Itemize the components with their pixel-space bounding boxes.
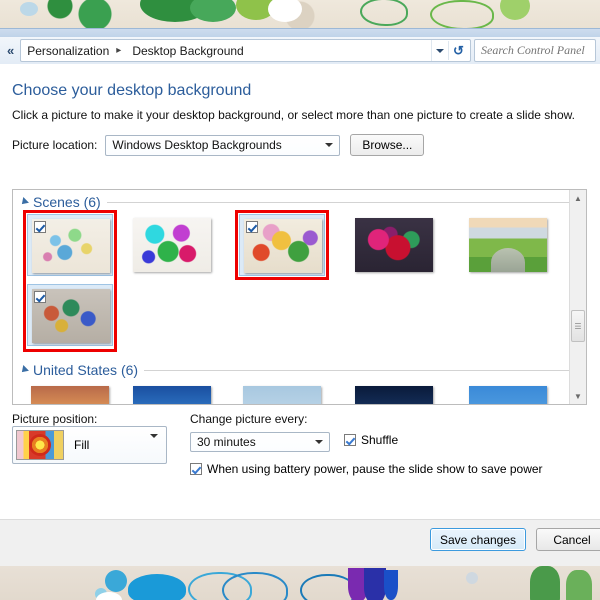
chevron-down-icon <box>325 136 334 155</box>
scrollbar-thumb[interactable]: ☰ <box>571 310 585 342</box>
desktop-wallpaper-top <box>0 0 600 28</box>
battery-pause-checkbox-row[interactable]: When using battery power, pause the slid… <box>190 462 543 476</box>
picture-position-preview-image <box>16 430 64 460</box>
wallpaper-dot-shape <box>466 572 478 584</box>
thumbnail-grid-united-states <box>13 380 586 404</box>
save-changes-button[interactable]: Save changes <box>430 528 526 551</box>
wallpaper-leaf-shape <box>190 0 236 22</box>
picture-location-value: Windows Desktop Backgrounds <box>112 138 282 152</box>
back-chevron-icon[interactable]: « <box>0 44 20 57</box>
background-list-panel[interactable]: Scenes (6) United States (6) ▲ ☰ ▼ <box>12 189 587 405</box>
battery-pause-checkbox[interactable] <box>190 463 202 475</box>
thumbnail-image <box>355 386 433 404</box>
breadcrumb-current[interactable]: Desktop Background <box>126 44 245 58</box>
chevron-down-icon <box>315 433 323 451</box>
shuffle-checkbox[interactable] <box>344 434 356 446</box>
picture-location-select[interactable]: Windows Desktop Backgrounds <box>105 134 341 156</box>
thumbnail-image <box>133 218 211 272</box>
thumbnail-item[interactable] <box>129 214 215 276</box>
breadcrumb[interactable]: Personalization ▸ Desktop Background ↺ <box>20 39 471 62</box>
change-picture-every-value: 30 minutes <box>197 435 256 449</box>
thumbnail-image <box>31 386 109 404</box>
thumbnail-item[interactable] <box>129 382 215 404</box>
thumbnail-checkbox[interactable] <box>246 221 258 233</box>
address-bar: « Personalization ▸ Desktop Background ↺ <box>0 37 600 65</box>
wallpaper-leaf-shape <box>500 0 530 20</box>
thumbnail-item[interactable] <box>27 382 113 404</box>
group-divider <box>144 369 578 371</box>
thumbnail-image <box>355 218 433 272</box>
group-label-scenes: Scenes (6) <box>33 194 101 210</box>
wallpaper-dot-shape <box>268 0 302 22</box>
vertical-scrollbar[interactable]: ▲ ☰ ▼ <box>569 190 586 404</box>
picture-position-value: Fill <box>74 438 90 452</box>
desktop-wallpaper-bottom <box>0 566 600 600</box>
triangle-expanded-icon[interactable] <box>19 197 29 207</box>
scroll-thumb-grip-icon: ☰ <box>574 321 582 331</box>
thumbnail-item[interactable] <box>239 382 325 404</box>
thumbnail-image <box>133 386 211 404</box>
shuffle-checkbox-row[interactable]: Shuffle <box>344 433 398 447</box>
breadcrumb-separator-icon: ▸ <box>116 45 122 56</box>
wallpaper-leaf-shape <box>566 570 592 600</box>
thumbnail-image <box>469 218 547 272</box>
scroll-down-arrow-icon[interactable]: ▼ <box>570 388 586 404</box>
cancel-button[interactable]: Cancel <box>536 528 600 551</box>
picture-position-label: Picture position: <box>12 412 98 426</box>
picture-location-label: Picture location: <box>12 138 98 152</box>
change-picture-every-label: Change picture every: <box>190 412 308 426</box>
thumbnail-item[interactable] <box>465 214 551 276</box>
chevron-down-icon <box>150 434 158 452</box>
chevron-down-icon[interactable] <box>431 40 448 61</box>
search-box[interactable] <box>474 39 596 62</box>
group-header-united-states[interactable]: United States (6) <box>13 358 586 380</box>
group-header-scenes[interactable]: Scenes (6) <box>13 190 586 212</box>
page-title: Choose your desktop background <box>12 82 252 99</box>
wallpaper-swirl-shape <box>222 572 288 600</box>
thumbnail-item[interactable] <box>27 284 113 346</box>
thumbnail-image <box>469 386 547 404</box>
refresh-icon[interactable]: ↺ <box>448 41 468 60</box>
wallpaper-drip-shape <box>384 570 398 600</box>
wallpaper-dot-shape <box>20 2 38 16</box>
breadcrumb-root[interactable]: Personalization <box>21 44 111 58</box>
wallpaper-swirl-shape <box>360 0 408 26</box>
triangle-expanded-icon[interactable] <box>19 365 29 375</box>
thumbnail-item[interactable] <box>239 214 325 276</box>
thumbnail-item[interactable] <box>465 382 551 404</box>
shuffle-label: Shuffle <box>361 433 399 447</box>
search-input[interactable] <box>475 40 595 61</box>
thumbnail-item[interactable] <box>27 214 113 276</box>
scroll-up-arrow-icon[interactable]: ▲ <box>570 190 586 206</box>
thumbnail-checkbox[interactable] <box>34 221 46 233</box>
group-label-united-states: United States (6) <box>33 362 139 378</box>
battery-pause-label: When using battery power, pause the slid… <box>207 462 543 476</box>
change-picture-every-select[interactable]: 30 minutes <box>190 432 330 452</box>
picture-position-select[interactable]: Fill <box>12 426 167 464</box>
picture-location-row: Picture location: Windows Desktop Backgr… <box>12 134 425 156</box>
wallpaper-drip-shape <box>364 568 386 600</box>
thumbnail-item[interactable] <box>351 382 437 404</box>
wallpaper-swirl-shape <box>430 0 494 28</box>
group-divider <box>106 201 578 203</box>
browse-button[interactable]: Browse... <box>350 134 425 156</box>
thumbnail-item[interactable] <box>351 214 437 276</box>
thumbnail-checkbox[interactable] <box>34 291 46 303</box>
page-subtitle: Click a picture to make it your desktop … <box>12 108 575 122</box>
wallpaper-dot-shape <box>96 592 122 600</box>
thumbnail-grid-scenes <box>13 210 586 358</box>
thumbnail-image <box>243 386 321 404</box>
wallpaper-dot-shape <box>105 570 127 592</box>
wallpaper-splash-shape <box>128 574 186 600</box>
wallpaper-leaf-shape <box>530 566 560 600</box>
